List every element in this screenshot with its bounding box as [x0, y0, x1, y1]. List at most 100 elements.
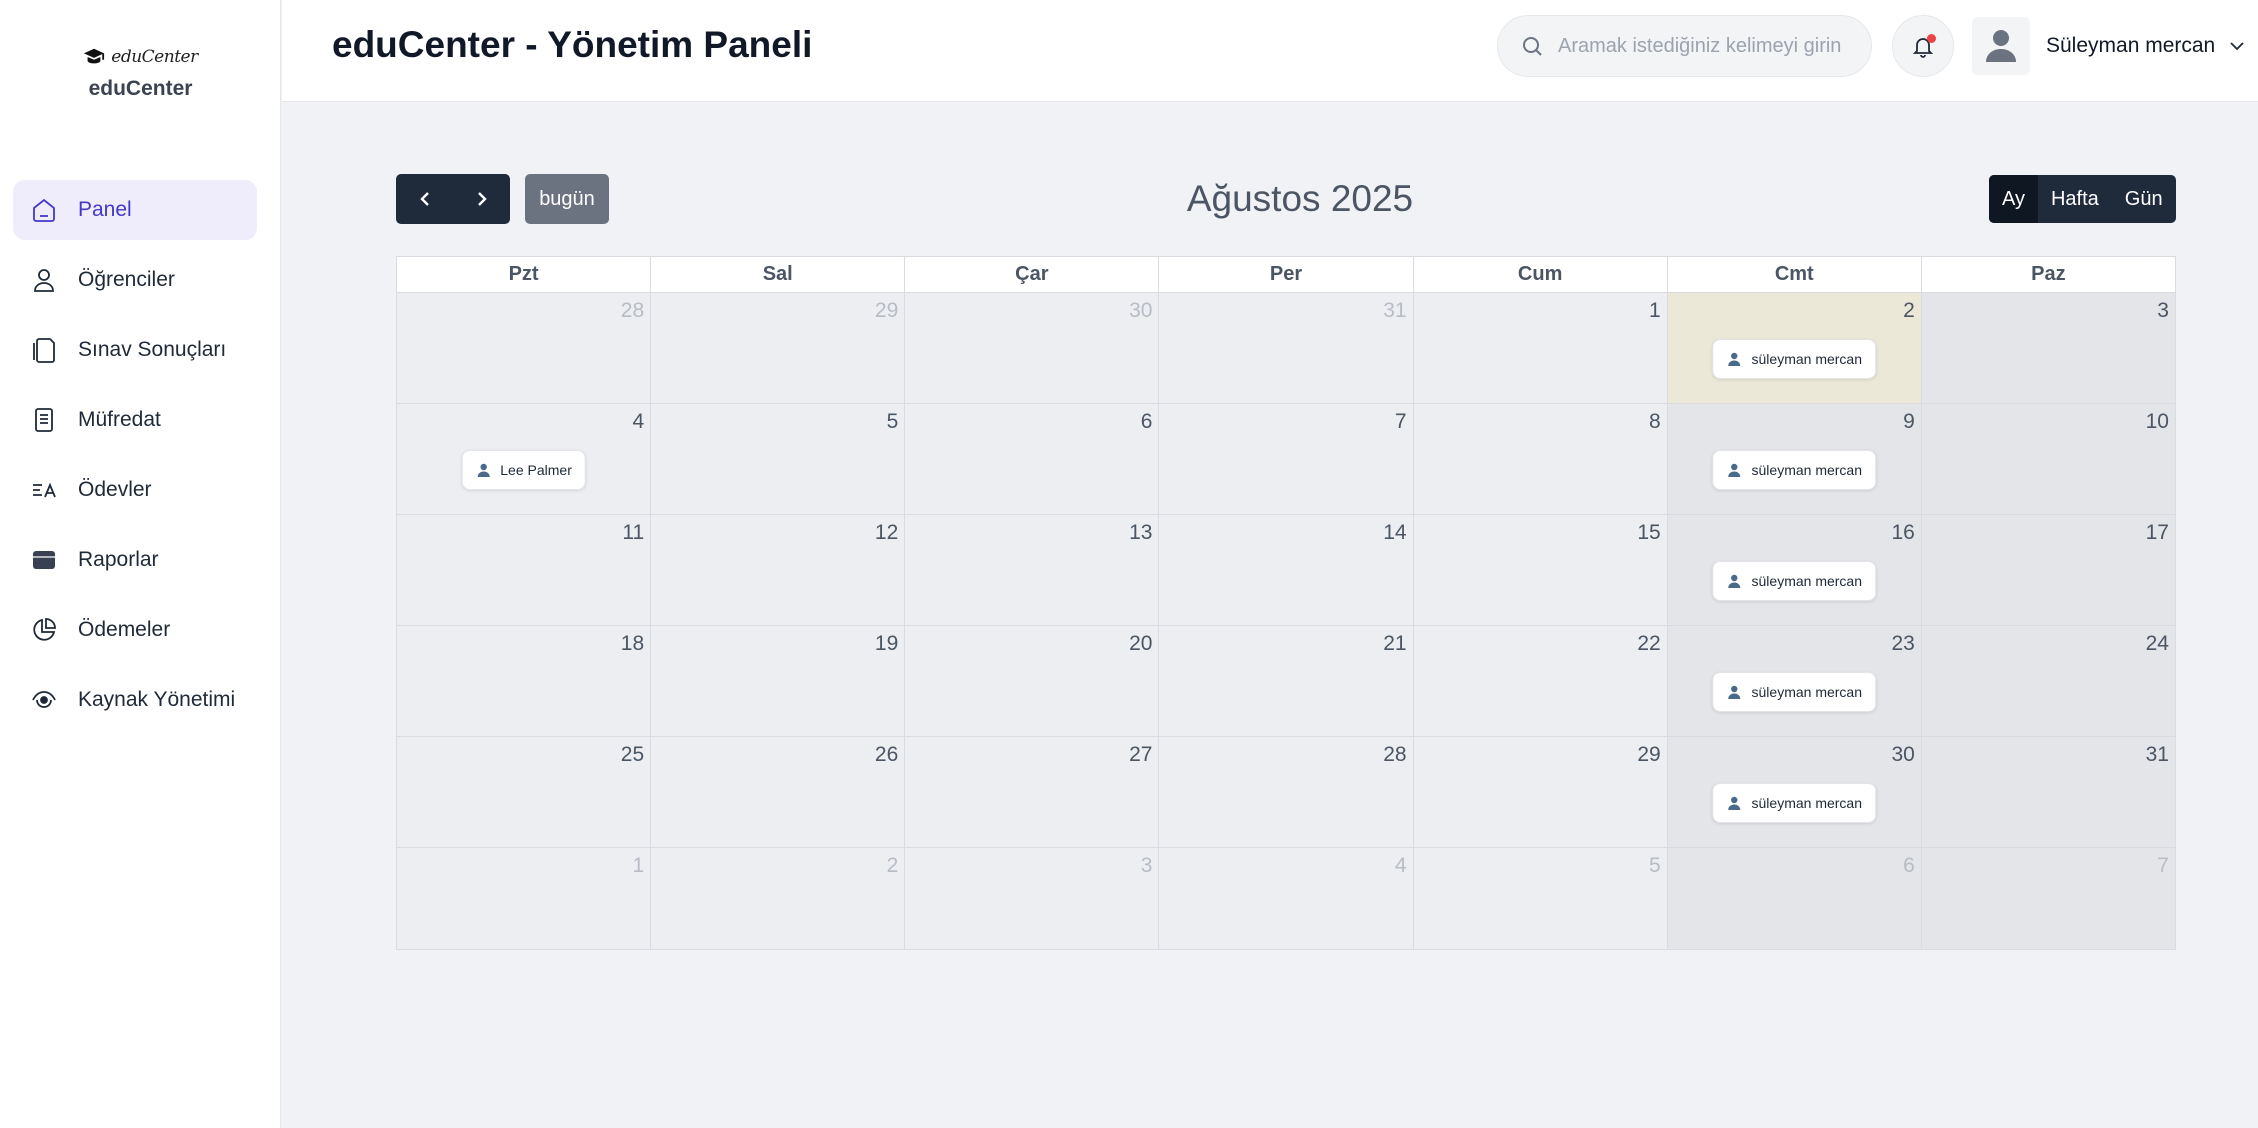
day-number[interactable]: 27: [1129, 743, 1152, 767]
calendar-event[interactable]: süleyman mercan: [1712, 672, 1877, 712]
day-number[interactable]: 3: [2157, 299, 2169, 323]
day-number[interactable]: 1: [1649, 299, 1661, 323]
day-number[interactable]: 1: [632, 854, 644, 878]
day-cell[interactable]: 23 süleyman mercan: [1667, 626, 1922, 737]
day-cell[interactable]: 4 Lee Palmer: [397, 404, 652, 515]
day-cell[interactable]: 1: [1413, 293, 1668, 404]
day-cell[interactable]: 4: [1159, 848, 1414, 950]
day-cell[interactable]: 20: [905, 626, 1160, 737]
day-cell[interactable]: 13: [905, 515, 1160, 626]
day-number[interactable]: 20: [1129, 632, 1152, 656]
day-number[interactable]: 5: [887, 410, 899, 434]
day-number[interactable]: 18: [621, 632, 644, 656]
day-number[interactable]: 4: [1395, 854, 1407, 878]
calendar-event[interactable]: süleyman mercan: [1712, 450, 1877, 490]
day-number[interactable]: 4: [632, 410, 644, 434]
day-number[interactable]: 13: [1129, 521, 1152, 545]
sidebar-item-students[interactable]: Öğrenciler: [13, 250, 257, 310]
day-cell[interactable]: 27: [905, 737, 1160, 848]
day-cell[interactable]: 28: [1159, 737, 1414, 848]
view-day-button[interactable]: Gün: [2112, 175, 2176, 223]
day-cell[interactable]: 14: [1159, 515, 1414, 626]
calendar-event[interactable]: süleyman mercan: [1712, 783, 1877, 823]
day-number[interactable]: 21: [1383, 632, 1406, 656]
today-button[interactable]: bugün: [525, 174, 609, 224]
day-number[interactable]: 17: [2146, 521, 2169, 545]
day-cell[interactable]: 1: [397, 848, 652, 950]
view-month-button[interactable]: Ay: [1989, 175, 2038, 223]
sidebar-item-panel[interactable]: Panel: [13, 180, 257, 240]
day-cell[interactable]: 29: [1413, 737, 1668, 848]
prev-button[interactable]: [396, 174, 453, 224]
day-cell[interactable]: 16 süleyman mercan: [1667, 515, 1922, 626]
day-cell[interactable]: 28: [397, 293, 652, 404]
day-cell[interactable]: 6: [1667, 848, 1922, 950]
next-button[interactable]: [453, 174, 510, 224]
day-cell[interactable]: 15: [1413, 515, 1668, 626]
sidebar-item-exam-results[interactable]: Sınav Sonuçları: [13, 320, 257, 380]
day-cell[interactable]: 12: [651, 515, 906, 626]
view-week-button[interactable]: Hafta: [2038, 175, 2112, 223]
day-cell[interactable]: 26: [651, 737, 906, 848]
day-number[interactable]: 15: [1637, 521, 1660, 545]
day-number[interactable]: 9: [1903, 410, 1915, 434]
day-number[interactable]: 12: [875, 521, 898, 545]
day-cell[interactable]: 2 süleyman mercan: [1667, 293, 1922, 404]
calendar-event[interactable]: süleyman mercan: [1712, 339, 1877, 379]
sidebar-item-homework[interactable]: Ödevler: [13, 460, 257, 520]
day-number[interactable]: 28: [1383, 743, 1406, 767]
day-number[interactable]: 28: [621, 299, 644, 323]
day-number[interactable]: 2: [1903, 299, 1915, 323]
day-cell[interactable]: 11: [397, 515, 652, 626]
day-number[interactable]: 31: [2146, 743, 2169, 767]
sidebar-item-curriculum[interactable]: Müfredat: [13, 390, 257, 450]
day-cell[interactable]: 17: [1921, 515, 2176, 626]
day-cell[interactable]: 10: [1921, 404, 2176, 515]
day-number[interactable]: 8: [1649, 410, 1661, 434]
day-number[interactable]: 24: [2146, 632, 2169, 656]
day-cell[interactable]: 19: [651, 626, 906, 737]
day-cell[interactable]: 21: [1159, 626, 1414, 737]
day-number[interactable]: 16: [1891, 521, 1914, 545]
day-number[interactable]: 6: [1903, 854, 1915, 878]
day-cell[interactable]: 3: [905, 848, 1160, 950]
day-number[interactable]: 10: [2146, 410, 2169, 434]
brand-logo[interactable]: eduCenter eduCenter: [0, 42, 281, 101]
day-number[interactable]: 5: [1649, 854, 1661, 878]
day-cell[interactable]: 18: [397, 626, 652, 737]
day-number[interactable]: 23: [1891, 632, 1914, 656]
day-cell[interactable]: 30: [905, 293, 1160, 404]
day-cell[interactable]: 7: [1159, 404, 1414, 515]
day-number[interactable]: 6: [1141, 410, 1153, 434]
notifications-button[interactable]: [1892, 15, 1954, 77]
search-bar[interactable]: [1497, 15, 1872, 77]
day-cell[interactable]: 2: [651, 848, 906, 950]
day-cell[interactable]: 31: [1159, 293, 1414, 404]
day-cell[interactable]: 30 süleyman mercan: [1667, 737, 1922, 848]
day-number[interactable]: 25: [621, 743, 644, 767]
day-cell[interactable]: 5: [651, 404, 906, 515]
user-menu[interactable]: Süleyman mercan: [1972, 15, 2247, 77]
day-cell[interactable]: 3: [1921, 293, 2176, 404]
day-cell[interactable]: 7: [1921, 848, 2176, 950]
day-cell[interactable]: 9 süleyman mercan: [1667, 404, 1922, 515]
calendar-event[interactable]: Lee Palmer: [461, 450, 586, 490]
day-number[interactable]: 7: [1395, 410, 1407, 434]
day-number[interactable]: 30: [1129, 299, 1152, 323]
day-number[interactable]: 22: [1637, 632, 1660, 656]
day-number[interactable]: 31: [1383, 299, 1406, 323]
day-cell[interactable]: 29: [651, 293, 906, 404]
sidebar-item-payments[interactable]: Ödemeler: [13, 600, 257, 660]
day-number[interactable]: 11: [622, 521, 644, 545]
day-number[interactable]: 3: [1141, 854, 1153, 878]
day-number[interactable]: 2: [887, 854, 899, 878]
day-number[interactable]: 7: [2157, 854, 2169, 878]
day-number[interactable]: 29: [875, 299, 898, 323]
day-cell[interactable]: 31: [1921, 737, 2176, 848]
sidebar-item-reports[interactable]: Raporlar: [13, 530, 257, 590]
day-number[interactable]: 30: [1891, 743, 1914, 767]
day-number[interactable]: 19: [875, 632, 898, 656]
day-cell[interactable]: 24: [1921, 626, 2176, 737]
calendar-event[interactable]: süleyman mercan: [1712, 561, 1877, 601]
day-cell[interactable]: 25: [397, 737, 652, 848]
